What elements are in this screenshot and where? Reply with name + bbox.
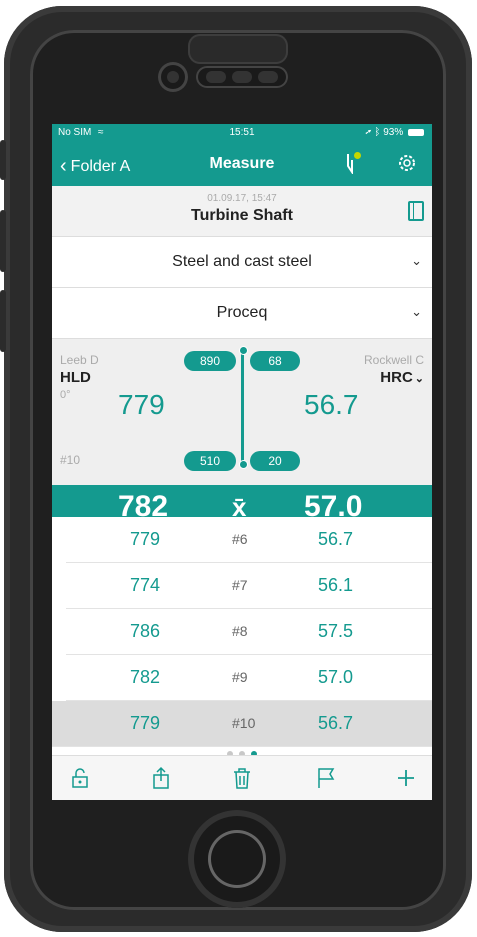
settings-gear-icon[interactable] (396, 152, 418, 179)
share-icon[interactable] (149, 766, 173, 790)
row-index: #10 (232, 715, 256, 731)
battery-icon (408, 128, 424, 136)
row-index: #7 (232, 577, 248, 593)
back-button[interactable]: ‹ Folder A (60, 154, 130, 177)
mute-switch (0, 140, 6, 180)
left-min-limit[interactable]: 510 (184, 451, 236, 471)
measurement-count: #10 (60, 453, 81, 467)
reading-panel: Leeb D HLD 0° 779 #10 Rockwell C HRC ⌄ 56… (52, 339, 432, 485)
list-item[interactable]: 782 #9 57.0 (66, 655, 432, 701)
navigation-bar: ‹ Folder A Measure (52, 142, 432, 186)
bottom-toolbar (52, 755, 432, 800)
standard-selector[interactable]: Proceq ⌄ (52, 288, 432, 339)
row-left-value: 782 (130, 667, 161, 687)
list-item[interactable]: 774 #7 56.1 (66, 563, 432, 609)
chevron-left-icon: ‹ (60, 155, 67, 177)
case-top-bump (188, 34, 288, 64)
flag-icon[interactable] (314, 766, 338, 790)
material-label: Steel and cast steel (172, 253, 312, 270)
chevron-down-icon: ⌄ (414, 373, 424, 385)
range-top-dot (239, 346, 248, 355)
right-current-value: 56.7 (304, 389, 359, 420)
left-scale-unit[interactable]: HLD (60, 369, 91, 386)
row-right-value: 57.0 (318, 667, 354, 687)
row-right-value: 57.5 (318, 621, 354, 641)
earpiece-speaker (196, 66, 288, 88)
right-scale-selector[interactable]: HRC ⌄ (380, 369, 424, 386)
book-icon[interactable] (408, 201, 424, 221)
measurement-name[interactable]: Turbine Shaft (52, 207, 432, 225)
probe-connected-dot (354, 152, 361, 159)
chevron-down-icon: ⌄ (411, 253, 422, 268)
row-left-value: 774 (130, 575, 161, 595)
measurement-header: 01.09.17, 15:47 Turbine Shaft (52, 186, 432, 237)
row-right-value: 56.1 (318, 575, 354, 595)
home-button[interactable] (188, 810, 286, 908)
right-max-limit[interactable]: 68 (250, 351, 300, 371)
list-item[interactable]: 779 #6 56.7 (66, 517, 432, 563)
status-bar: No SIM ≈ 15:51 ➚ ᛒ 93% (52, 124, 432, 142)
material-selector[interactable]: Steel and cast steel ⌄ (52, 237, 432, 288)
probe-status-icon[interactable] (344, 152, 361, 179)
volume-up-button (0, 210, 6, 272)
trash-icon[interactable] (230, 766, 254, 790)
back-label: Folder A (70, 158, 131, 175)
left-scale-type: Leeb D (60, 353, 99, 367)
row-right-value: 56.7 (318, 529, 354, 549)
measurement-list[interactable]: 779 #6 56.7 774 #7 56.1 786 #8 57.5 782 … (52, 517, 432, 747)
plus-icon[interactable] (394, 766, 418, 790)
bluetooth-icon: ᛒ (374, 127, 381, 138)
lock-icon[interactable] (68, 766, 92, 790)
volume-down-button (0, 290, 6, 352)
row-index: #6 (232, 531, 248, 547)
list-item[interactable]: 786 #8 57.5 (66, 609, 432, 655)
battery-percent: 93% (383, 127, 404, 138)
range-scale-line (241, 349, 244, 464)
app-screen: No SIM ≈ 15:51 ➚ ᛒ 93% ‹ Folder A Measure… (52, 124, 432, 800)
location-icon: ➚ (365, 127, 372, 138)
row-left-value: 779 (130, 529, 161, 549)
status-right: ➚ ᛒ 93% (366, 127, 424, 138)
right-scale-type: Rockwell C (363, 353, 424, 367)
row-index: #8 (232, 623, 248, 639)
right-min-limit[interactable]: 20 (250, 451, 300, 471)
row-index: #9 (232, 669, 248, 685)
left-current-value: 779 (118, 389, 165, 420)
front-camera (158, 62, 188, 92)
row-left-value: 786 (130, 621, 161, 641)
left-max-limit[interactable]: 890 (184, 351, 236, 371)
right-scale-unit: HRC (380, 369, 413, 386)
chevron-down-icon: ⌄ (411, 304, 422, 319)
list-item-selected[interactable]: 779 #10 56.7 (52, 701, 432, 747)
row-left-value: 779 (130, 713, 161, 733)
measurement-date: 01.09.17, 15:47 (207, 193, 277, 204)
row-right-value: 56.7 (318, 713, 354, 733)
angle-label: 0° (60, 389, 71, 401)
standard-label: Proceq (216, 304, 268, 321)
range-bottom-dot (239, 460, 248, 469)
